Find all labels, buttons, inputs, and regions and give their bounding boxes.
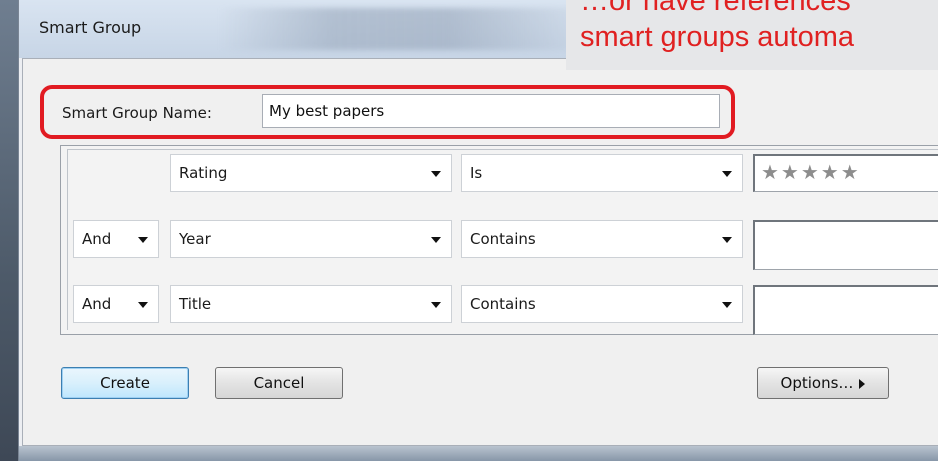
create-button[interactable]: Create xyxy=(61,367,189,399)
criteria-field-value: Year xyxy=(179,230,211,248)
criteria-grid: Rating Is ★★★★★ And Year Contains And Ti… xyxy=(67,149,938,335)
criteria-field-value: Rating xyxy=(179,164,228,182)
criteria-field-value: Title xyxy=(179,295,212,313)
dialog-bottom-edge xyxy=(19,446,938,461)
chevron-down-icon xyxy=(138,237,148,243)
criteria-operator-value: Contains xyxy=(470,295,536,313)
criteria-field-select[interactable]: Title xyxy=(170,285,452,323)
criteria-field-select[interactable]: Year xyxy=(170,220,452,258)
chevron-down-icon xyxy=(138,302,148,308)
cancel-button[interactable]: Cancel xyxy=(215,367,343,399)
annotation-caption: …or have references smart groups automa xyxy=(566,0,938,70)
criteria-operator-select[interactable]: Contains xyxy=(461,285,743,323)
options-button[interactable]: Options… xyxy=(757,367,889,399)
criteria-value-input[interactable] xyxy=(753,285,938,335)
criteria-connector-select[interactable]: And xyxy=(73,285,159,323)
cancel-button-label: Cancel xyxy=(253,374,305,392)
criteria-operator-select[interactable]: Contains xyxy=(461,220,743,258)
chevron-down-icon xyxy=(431,171,441,177)
chevron-down-icon xyxy=(431,302,441,308)
criteria-connector-value: And xyxy=(82,230,112,248)
chevron-down-icon xyxy=(431,237,441,243)
star-rating-icon[interactable]: ★★★★★ xyxy=(755,160,861,184)
criteria-panel: Rating Is ★★★★★ And Year Contains And Ti… xyxy=(60,145,938,335)
title-bar-background-blur xyxy=(219,8,599,50)
smart-group-name-input[interactable] xyxy=(262,94,720,128)
options-button-label: Options… xyxy=(780,374,854,392)
smart-group-name-row: Smart Group Name: xyxy=(40,85,735,139)
criteria-connector-value: And xyxy=(82,295,112,313)
criteria-field-select[interactable]: Rating xyxy=(170,154,452,192)
criteria-value-input[interactable] xyxy=(753,220,938,270)
create-button-label: Create xyxy=(100,374,150,392)
triangle-right-icon xyxy=(859,378,866,389)
caption-line-1: …or have references xyxy=(580,0,851,17)
smart-group-name-label: Smart Group Name: xyxy=(62,104,212,122)
caption-line-2: smart groups automa xyxy=(580,21,855,53)
rating-value-field[interactable]: ★★★★★ xyxy=(753,154,938,192)
window-title: Smart Group xyxy=(39,18,142,37)
chevron-down-icon xyxy=(722,171,732,177)
criteria-operator-value: Contains xyxy=(470,230,536,248)
chevron-down-icon xyxy=(722,237,732,243)
criteria-operator-select[interactable]: Is xyxy=(461,154,743,192)
criteria-connector-select[interactable]: And xyxy=(73,220,159,258)
chevron-down-icon xyxy=(722,302,732,308)
criteria-operator-value: Is xyxy=(470,164,483,182)
